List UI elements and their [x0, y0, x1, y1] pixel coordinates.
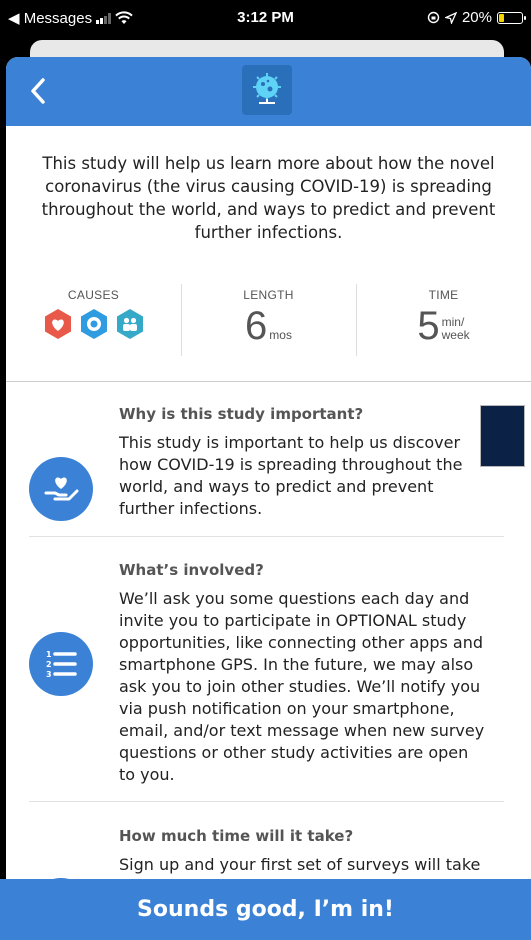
header-bar — [6, 57, 531, 126]
section-body: We’ll ask you some questions each day an… — [119, 589, 485, 784]
study-stats: CAUSES LENGTH 6 mos TIME 5 min/week — [6, 282, 531, 360]
causes-stat: CAUSES — [6, 282, 181, 360]
target-icon — [78, 308, 110, 340]
stats-divider — [6, 381, 531, 382]
svg-text:3: 3 — [46, 670, 52, 679]
globe-virus-icon — [253, 73, 281, 104]
status-bar: ◀ Messages 3:12 PM 20% — [0, 0, 531, 36]
time-label: TIME — [428, 288, 459, 302]
svg-text:2: 2 — [46, 660, 52, 669]
causes-label: CAUSES — [67, 288, 120, 302]
length-label: LENGTH — [243, 288, 294, 302]
rotation-lock-icon — [427, 11, 440, 24]
time-unit-bottom: week — [441, 328, 470, 342]
section-title: Why is this study important? — [119, 405, 364, 423]
section-body: Sign up and your first set of surveys wi… — [119, 855, 481, 874]
heart-hand-icon — [29, 457, 93, 521]
people-icon — [114, 308, 146, 340]
join-study-button[interactable]: Sounds good, I’m in! — [0, 879, 531, 940]
study-detail-sheet: This study will help us learn more about… — [6, 57, 531, 940]
chevron-left-icon — [31, 78, 45, 104]
numbered-list-icon: 123 — [29, 632, 93, 696]
section-title: How much time will it take? — [119, 827, 354, 845]
length-unit: mos — [269, 328, 292, 342]
section-divider — [29, 536, 504, 537]
battery-percent: 20% — [461, 9, 492, 26]
location-icon — [444, 11, 457, 24]
time-value: 5 — [417, 304, 440, 348]
length-stat: LENGTH 6 mos — [181, 282, 356, 360]
side-panel-tab[interactable] — [480, 405, 525, 467]
time-unit-top: min/ — [441, 315, 465, 329]
section-body: This study is important to help us disco… — [119, 433, 463, 518]
section-title: What’s involved? — [119, 561, 264, 579]
time-unit: min/week — [442, 316, 470, 346]
svg-text:1: 1 — [46, 650, 52, 659]
time-stat: TIME 5 min/week — [356, 282, 531, 360]
study-intro-text: This study will help us learn more about… — [41, 154, 496, 242]
section-divider — [29, 801, 504, 802]
study-logo — [242, 65, 292, 115]
heart-icon — [42, 308, 74, 340]
back-button[interactable] — [20, 71, 56, 111]
length-value: 6 — [245, 304, 268, 348]
battery-icon — [497, 11, 526, 24]
